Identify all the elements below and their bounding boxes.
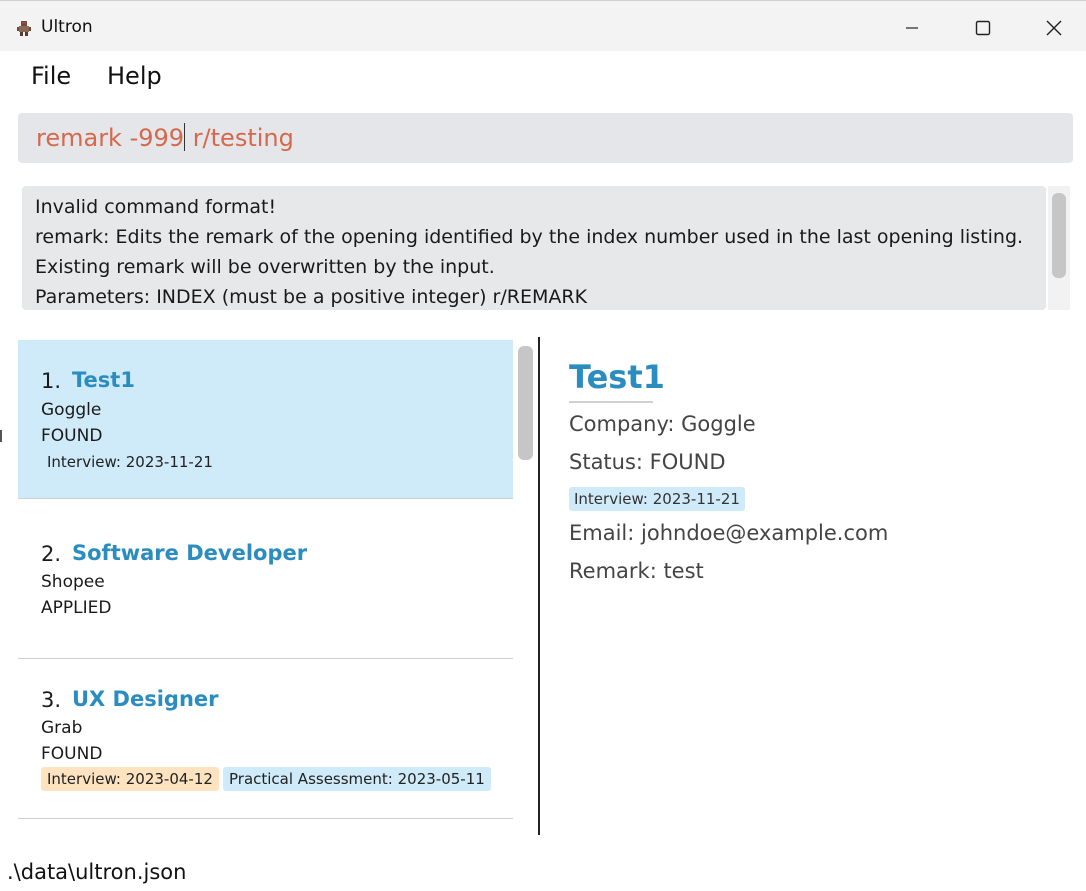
list-item[interactable]: 3. UX Designer Grab FOUND Interview: 202… bbox=[18, 659, 513, 819]
list-scrollbar[interactable] bbox=[513, 340, 537, 835]
result-scrollbar-thumb[interactable] bbox=[1052, 193, 1066, 278]
result-display: Invalid command format! remark: Edits th… bbox=[22, 186, 1046, 310]
date-tag: Interview: 2023-11-21 bbox=[47, 453, 213, 471]
opening-list: 1. Test1 Goggle FOUND Interview: 2023-11… bbox=[18, 340, 513, 835]
date-tag: Interview: 2023-04-12 bbox=[41, 767, 219, 791]
detail-status: Status: FOUND bbox=[569, 450, 726, 474]
card-title: Test1 bbox=[72, 368, 135, 392]
card-index: 1. bbox=[41, 369, 62, 393]
card-title: UX Designer bbox=[72, 687, 219, 711]
maximize-icon bbox=[975, 20, 991, 36]
ultron-robot-icon bbox=[17, 21, 31, 36]
card-index: 3. bbox=[41, 688, 62, 712]
menu-bar bbox=[0, 50, 1086, 105]
panel-divider[interactable] bbox=[538, 337, 540, 835]
result-line: Invalid command format! bbox=[35, 196, 277, 218]
window-edge-mark bbox=[0, 430, 2, 442]
command-text: remark -999 r/testing bbox=[36, 123, 294, 152]
menu-help[interactable]: Help bbox=[107, 62, 162, 90]
detail-title-underline bbox=[569, 401, 653, 403]
window-title: Ultron bbox=[41, 17, 93, 37]
command-input[interactable]: remark -999 r/testing bbox=[18, 113, 1073, 163]
maximize-button[interactable] bbox=[963, 13, 1003, 43]
card-company: Grab bbox=[41, 718, 83, 738]
date-tag: Practical Assessment: 2023-05-11 bbox=[223, 767, 491, 791]
minimize-button[interactable] bbox=[892, 13, 932, 43]
list-item[interactable]: 1. Test1 Goggle FOUND Interview: 2023-11… bbox=[18, 340, 513, 499]
detail-date-tag: Interview: 2023-11-21 bbox=[569, 487, 745, 511]
title-bar: Ultron bbox=[0, 0, 1086, 51]
result-line: Existing remark will be overwritten by t… bbox=[35, 256, 495, 278]
result-scrollbar[interactable] bbox=[1048, 186, 1070, 310]
card-status: FOUND bbox=[41, 744, 103, 764]
card-status: APPLIED bbox=[41, 598, 112, 618]
minimize-icon bbox=[906, 27, 918, 29]
app-window: Ultron File Help remark -999 r/testing I… bbox=[0, 0, 1086, 891]
card-company: Goggle bbox=[41, 400, 102, 420]
detail-company: Company: Goggle bbox=[569, 412, 756, 436]
card-status: FOUND bbox=[41, 426, 103, 446]
card-index: 2. bbox=[41, 542, 62, 566]
card-company: Shopee bbox=[41, 572, 105, 592]
detail-remark: Remark: test bbox=[569, 559, 704, 583]
detail-email: Email: johndoe@example.com bbox=[569, 521, 889, 545]
menu-file[interactable]: File bbox=[31, 62, 71, 90]
card-title: Software Developer bbox=[72, 541, 308, 565]
list-item[interactable]: 2. Software Developer Shopee APPLIED bbox=[18, 499, 513, 659]
close-icon bbox=[1046, 20, 1062, 36]
result-line: Parameters: INDEX (must be a positive in… bbox=[35, 286, 588, 308]
result-line: remark: Edits the remark of the opening … bbox=[35, 226, 1024, 248]
detail-title: Test1 bbox=[569, 358, 665, 396]
close-button[interactable] bbox=[1034, 13, 1074, 43]
list-scrollbar-thumb[interactable] bbox=[518, 346, 533, 460]
status-bar-path: .\data\ultron.json bbox=[7, 860, 187, 884]
